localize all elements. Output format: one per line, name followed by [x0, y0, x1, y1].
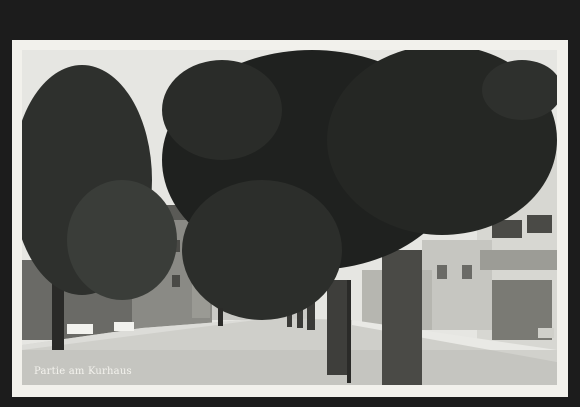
- bench-left-2: [114, 322, 134, 331]
- bench-right: [538, 328, 554, 338]
- bench-left-1: [67, 324, 93, 334]
- street-photo: [22, 50, 557, 385]
- lamp-post: [347, 280, 351, 383]
- postcard: Partie am Kurhaus: [12, 40, 568, 397]
- pedestrian: [218, 308, 223, 326]
- caption: Partie am Kurhaus: [34, 366, 132, 377]
